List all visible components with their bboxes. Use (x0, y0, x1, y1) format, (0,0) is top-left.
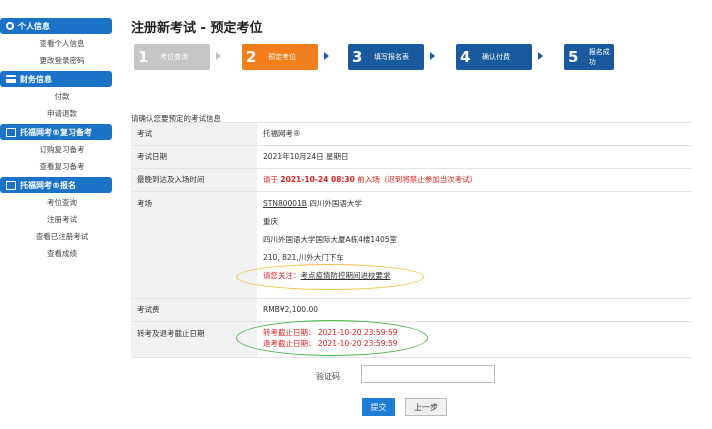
step-number: 5 (568, 48, 579, 66)
progress-steps: 1 考位查询 2 预定考位 3 填写报名表 4 确认付费 5 报名成功 (134, 44, 614, 74)
fee-key: 考试费 (131, 298, 257, 322)
sidebar-section-title: 托福网考®报名 (20, 180, 76, 190)
previous-button[interactable]: 上一步 (405, 398, 447, 416)
submit-button[interactable]: 提交 (362, 398, 395, 416)
sidebar-section-finance[interactable]: 财务信息 (0, 71, 112, 87)
step-label: 预定考位 (268, 53, 296, 61)
sidebar-section-registration[interactable]: 托福网考®报名 (0, 177, 112, 193)
center-name: 四川外国语大学 (306, 199, 362, 208)
step-label: 填写报名表 (374, 53, 409, 61)
yellow-highlight-ellipse (236, 264, 424, 290)
user-icon (6, 22, 14, 30)
date-key: 考试日期 (131, 145, 257, 169)
sidebar-section-prep[interactable]: 托福网考®复习备考 (0, 124, 112, 140)
center-city: 重庆 (263, 217, 278, 226)
date-value: 2021年10月24日 星期日 (257, 145, 691, 169)
sidebar-section-personal[interactable]: 个人信息 (0, 18, 112, 34)
book-icon (6, 127, 16, 137)
arrival-key: 最晚到达及入场时间 (131, 168, 257, 192)
step-seat-search: 1 考位查询 (134, 44, 210, 70)
sidebar-item-seat-search[interactable]: 考位查询 (0, 196, 112, 210)
step-label: 确认付费 (482, 53, 510, 61)
step-confirm-payment: 4 确认付费 (456, 44, 532, 70)
sidebar-item-view-profile[interactable]: 查看个人信息 (0, 37, 112, 51)
arrival-suffix: 前入场（迟到将禁止参加当次考试） (354, 175, 478, 184)
exam-info-table: 考试 托福网考® 考试日期 2021年10月24日 星期日 最晚到达及入场时间 … (131, 122, 691, 358)
step-number: 3 (352, 48, 363, 66)
sidebar-item-view-prep[interactable]: 查看复习备考 (0, 160, 112, 174)
center-code: STN80001B (263, 199, 307, 208)
sidebar-item-refund[interactable]: 申请退款 (0, 107, 112, 121)
green-highlight-ellipse (236, 320, 428, 356)
step-fill-form: 3 填写报名表 (348, 44, 424, 70)
sidebar-item-order-prep[interactable]: 订购复习备考 (0, 143, 112, 157)
step-arrow-icon (324, 52, 329, 60)
step-arrow-icon (216, 52, 221, 60)
step-label: 考位查询 (160, 53, 188, 61)
sidebar-section-title: 财务信息 (20, 74, 52, 84)
step-arrow-icon (430, 52, 435, 60)
center-address: 四川外国语大学国际大厦A栋4楼1405室 (263, 235, 397, 244)
arrival-prefix: 请于 (263, 175, 281, 184)
exam-value: 托福网考® (257, 122, 691, 146)
step-number: 1 (138, 48, 149, 66)
captcha-input[interactable] (361, 365, 495, 383)
exam-key: 考试 (131, 122, 257, 146)
page-title: 注册新考试 - 预定考位 (131, 21, 263, 36)
fee-value: RMB¥2,100.00 (257, 298, 691, 322)
step-arrow-icon (538, 52, 543, 60)
sidebar: 个人信息 查看个人信息 更改登录密码 财务信息 付款 申请退款 托福网考®复习备… (0, 18, 112, 264)
center-key: 考场 (131, 191, 257, 299)
step-success: 5 报名成功 (564, 44, 614, 70)
step-number: 2 (246, 48, 257, 66)
step-number: 4 (460, 48, 471, 66)
sidebar-item-register[interactable]: 注册考试 (0, 213, 112, 227)
sidebar-item-scores[interactable]: 查看成绩 (0, 247, 112, 261)
arrival-time: 2021-10-24 08:30 (280, 175, 355, 184)
center-name-line: STN80001B 四川外国语大学 (263, 198, 685, 210)
sidebar-item-change-password[interactable]: 更改登录密码 (0, 54, 112, 68)
captcha-label: 验证码 (316, 372, 340, 381)
sidebar-item-registered-exams[interactable]: 查看已注册考试 (0, 230, 112, 244)
book-icon (6, 180, 16, 190)
sidebar-section-title: 托福网考®复习备考 (20, 127, 92, 137)
center-bus: 210, 821,川外大门下车 (263, 253, 344, 262)
step-reserve-seat: 2 预定考位 (242, 44, 318, 70)
card-icon (6, 75, 16, 83)
arrival-value: 请于 2021-10-24 08:30 前入场（迟到将禁止参加当次考试） (257, 168, 691, 192)
sidebar-section-title: 个人信息 (18, 21, 50, 31)
sidebar-item-payment[interactable]: 付款 (0, 90, 112, 104)
step-label: 报名成功 (588, 48, 610, 66)
